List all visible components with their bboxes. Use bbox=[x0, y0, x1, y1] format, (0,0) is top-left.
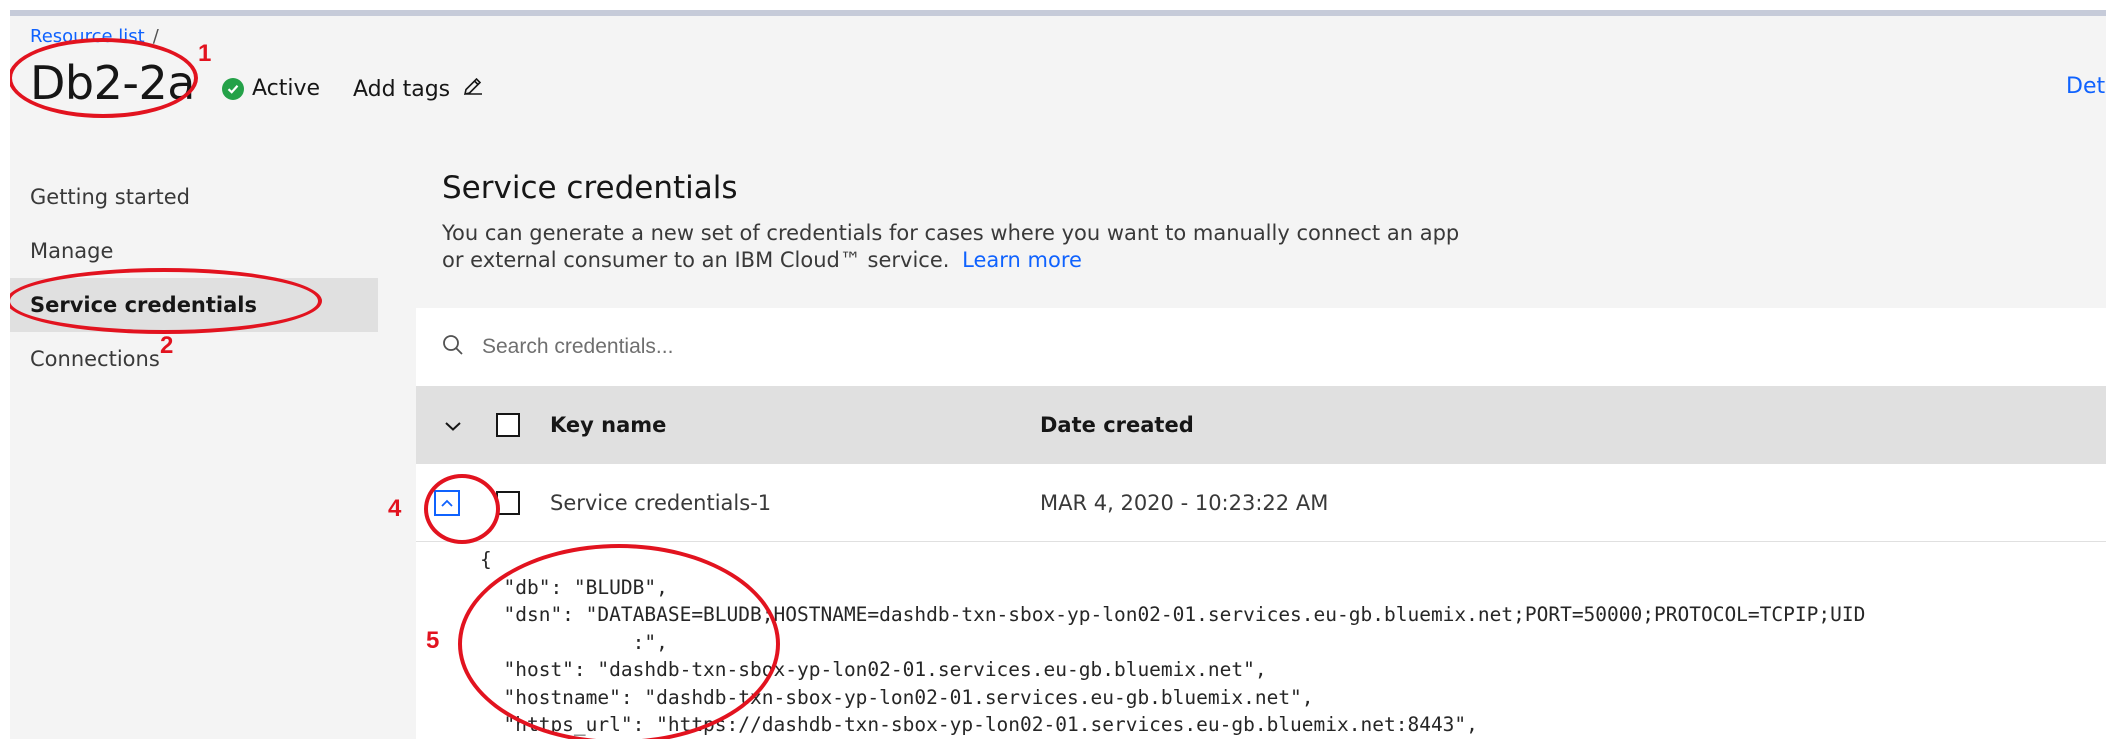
sidebar-item-connections[interactable]: Connections bbox=[10, 332, 378, 386]
json-line: "db": "BLUDB", bbox=[480, 575, 668, 599]
description-line-2: or external consumer to an IBM Cloud™ se… bbox=[442, 248, 950, 272]
section-description: You can generate a new set of credential… bbox=[442, 220, 1462, 274]
breadcrumb-resource-list-link[interactable]: Resource list bbox=[30, 26, 145, 47]
section-title: Service credentials bbox=[442, 170, 738, 206]
details-link[interactable]: Deta bbox=[2066, 74, 2106, 99]
json-line: "hostname": "dashdb-txn-sbox-yp-lon02-01… bbox=[480, 685, 1314, 709]
row-date-created: MAR 4, 2020 - 10:23:22 AM bbox=[1040, 491, 1329, 515]
credentials-json-panel: { "db": "BLUDB", "dsn": "DATABASE=BLUDB;… bbox=[416, 542, 2106, 739]
status-badge: Active bbox=[222, 76, 320, 101]
page-frame: Resource list / Db2-2a Active Add tags De… bbox=[10, 10, 2106, 739]
row-expand-cell bbox=[434, 464, 460, 542]
json-line: :", bbox=[480, 630, 668, 654]
select-all-checkbox[interactable] bbox=[496, 413, 520, 437]
chevron-up-icon bbox=[441, 499, 453, 507]
search-bar bbox=[416, 308, 2106, 386]
sidebar-item-connections-label: Connections bbox=[30, 347, 160, 371]
column-header-date-created[interactable]: Date created bbox=[1040, 386, 1194, 464]
sidebar-item-getting-started[interactable]: Getting started bbox=[10, 170, 378, 224]
json-line: "host": "dashdb-txn-sbox-yp-lon02-01.ser… bbox=[480, 658, 1267, 681]
breadcrumb-separator: / bbox=[152, 26, 159, 47]
row-select-checkbox[interactable] bbox=[496, 491, 520, 515]
annotation-marker-5: 5 bbox=[426, 627, 440, 654]
credentials-json-code: { "db": "BLUDB", "dsn": "DATABASE=BLUDB;… bbox=[480, 546, 1865, 739]
add-tags-button[interactable]: Add tags bbox=[353, 75, 484, 103]
expand-all-button[interactable] bbox=[444, 386, 462, 464]
sidebar-nav: Getting started Manage Service credentia… bbox=[10, 170, 378, 386]
breadcrumb: Resource list / bbox=[30, 26, 159, 47]
json-line: "dsn": "DATABASE=BLUDB;HOSTNAME=dashdb-t… bbox=[480, 603, 1866, 626]
annotation-marker-1: 1 bbox=[198, 40, 212, 67]
table-header: Key name Date created bbox=[416, 386, 2106, 464]
row-checkbox-cell bbox=[496, 464, 520, 542]
edit-icon bbox=[462, 75, 484, 103]
sidebar-item-service-credentials[interactable]: Service credentials bbox=[10, 278, 378, 332]
checkmark-icon bbox=[222, 77, 244, 100]
chevron-down-icon bbox=[444, 413, 462, 437]
select-all-checkbox-cell bbox=[496, 386, 520, 464]
search-input[interactable] bbox=[482, 335, 1682, 359]
status-label: Active bbox=[252, 76, 321, 101]
json-line: { bbox=[480, 548, 492, 571]
sidebar-item-manage[interactable]: Manage bbox=[10, 224, 378, 278]
page-title: Db2-2a bbox=[30, 56, 195, 110]
collapse-row-button[interactable] bbox=[434, 490, 460, 516]
add-tags-label: Add tags bbox=[353, 76, 451, 102]
learn-more-link[interactable]: Learn more bbox=[962, 248, 1082, 272]
annotation-marker-2: 2 bbox=[160, 332, 174, 359]
json-line: "https_url": "https://dashdb-txn-sbox-yp… bbox=[480, 713, 1478, 736]
table-row: Service credentials-1 MAR 4, 2020 - 10:2… bbox=[416, 464, 2106, 542]
top-bar bbox=[10, 10, 2106, 16]
search-icon bbox=[442, 334, 464, 360]
column-header-key-name[interactable]: Key name bbox=[550, 386, 666, 464]
annotation-marker-4: 4 bbox=[388, 495, 402, 522]
description-line-1: You can generate a new set of credential… bbox=[442, 221, 1460, 245]
row-key-name: Service credentials-1 bbox=[550, 491, 772, 515]
